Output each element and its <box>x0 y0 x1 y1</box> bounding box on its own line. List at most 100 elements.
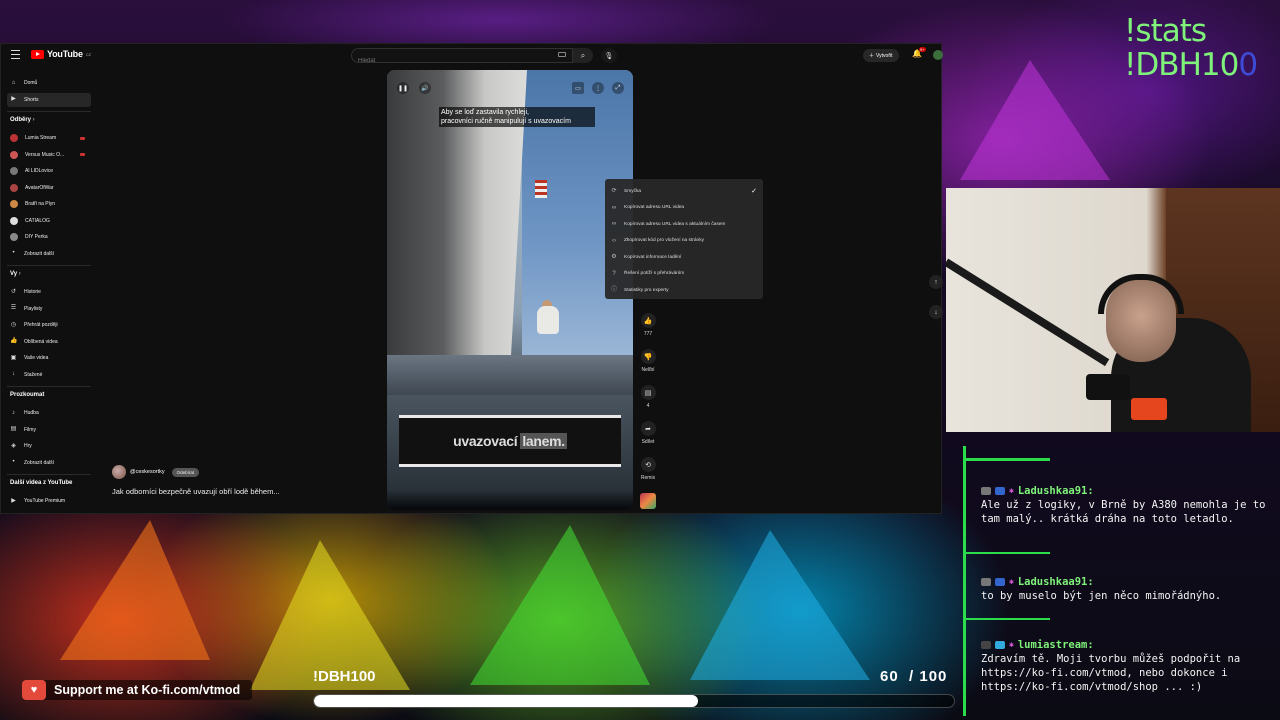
previous-short-button[interactable]: ↑ <box>929 275 943 289</box>
sidebar-section-header[interactable]: Vy › <box>10 271 21 277</box>
action-button[interactable]: ▤ 4 <box>638 385 658 409</box>
sidebar-section-title: Prozkoumat <box>10 392 45 398</box>
kofi-banner: ♥ Support me at Ko-fi.com/vtmod <box>22 680 253 700</box>
link-icon: ∞ <box>611 204 617 211</box>
hamburger-menu-icon[interactable] <box>11 50 20 59</box>
sidebar-item[interactable]: ↺ Historie <box>7 285 91 299</box>
sidebar-item[interactable]: 👍 Oblíbená videa <box>7 335 91 349</box>
channel-avatar <box>10 150 18 159</box>
channel-avatar <box>10 216 18 225</box>
pause-button[interactable]: ❚❚ <box>397 82 409 94</box>
sidebar-item-label: Hudba <box>24 410 39 416</box>
sidebar-item[interactable]: Versus Music O... <box>7 148 91 162</box>
action-button[interactable]: ➦ Sdílet <box>638 421 658 445</box>
sidebar-item-label: Historie <box>24 289 41 295</box>
shorts-video-player[interactable]: ❚❚ 🔊 ▭ ⋮ ⤢ Aby se loď zastavila rychleji… <box>387 70 633 510</box>
sidebar-item[interactable]: ☰ Playlisty <box>7 302 91 316</box>
context-menu-item[interactable]: ⚙ Kopírovat informace ladění <box>605 249 763 266</box>
sidebar-item[interactable]: ♪ Hudba <box>7 406 91 420</box>
kofi-text: Support me at Ko-fi.com/vtmod <box>54 683 241 697</box>
fullscreen-button[interactable]: ⤢ <box>612 82 624 94</box>
sidebar-item[interactable]: • Zobrazit další <box>7 247 91 261</box>
arrow-down-icon: ↓ <box>934 308 938 316</box>
bg-shard <box>690 530 870 680</box>
sidebar-item[interactable]: ◈ Hry <box>7 439 91 453</box>
subscribe-button[interactable]: Odebírat <box>171 467 200 477</box>
live-indicator-icon <box>80 153 85 156</box>
account-avatar[interactable] <box>933 50 943 60</box>
stream-overlay: YouTube CZ ⌕ 🎙 ＋Vytvořit 🔔 9+ ⌂ Domů ▶ Shor… <box>0 0 1280 720</box>
youtube-logo-text: YouTube <box>47 49 83 59</box>
sidebar-item[interactable]: ⌂ Domů <box>7 76 91 90</box>
thumb-up-icon: 👍 <box>640 313 656 328</box>
action-label: 4 <box>646 403 650 409</box>
dbh-command: !DBH100 <box>1124 48 1258 82</box>
chat-message: ✱ Ladushkaa91: to by muselo být jen něco m… <box>969 575 1269 603</box>
context-menu-item[interactable]: ⟳ Smyčka ✓ <box>605 183 763 200</box>
watch-later-icon: ◷ <box>10 321 17 328</box>
captions-button[interactable]: ▭ <box>572 82 584 94</box>
sidebar-item[interactable]: Lumia Stream <box>7 131 91 145</box>
sidebar-item[interactable]: Al LIDLovice <box>7 164 91 178</box>
channel-avatar[interactable] <box>112 465 126 479</box>
goal-label: !DBH100 <box>313 668 376 685</box>
create-button[interactable]: ＋ Vytvořit <box>863 49 899 62</box>
search-input[interactable] <box>352 54 572 68</box>
bg-shard <box>470 525 650 685</box>
chevron-right-icon: › <box>17 271 21 277</box>
video-fade <box>387 490 633 510</box>
chevron-down-icon: • <box>12 250 15 256</box>
sidebar-item[interactable]: • Zobrazit další <box>7 456 91 470</box>
sidebar-item[interactable]: AvatarOfWar <box>7 181 91 195</box>
remix-icon: ⟲ <box>640 457 656 472</box>
sidebar-item[interactable]: Bratři na Plyn <box>7 197 91 211</box>
context-menu-item[interactable]: ⓘ Statistiky pro experty <box>605 282 763 299</box>
voice-search-button[interactable]: 🎙 <box>601 48 617 63</box>
context-menu-item[interactable]: ∞ Kopírovat adresu URL videa <box>605 200 763 217</box>
action-button[interactable]: ⟲ Remix <box>638 457 658 481</box>
sidebar-item[interactable]: ▣ Vaše videa <box>7 351 91 365</box>
sidebar-item[interactable]: DIY Perka <box>7 230 91 244</box>
arrow-up-icon: ↑ <box>934 278 938 286</box>
command-overlay: !stats !DBH100 <box>1124 14 1258 82</box>
youtube-logo[interactable]: YouTube CZ <box>31 49 91 59</box>
chat-separator <box>966 618 1050 620</box>
paper-text: uvazovací <box>453 433 518 449</box>
search-box <box>351 48 573 68</box>
sidebar-section-header[interactable]: Odběry › <box>10 117 35 123</box>
sidebar-item-label: Lumia Stream <box>25 135 57 141</box>
chat-user-row: ✱ Ladushkaa91: <box>969 484 1269 498</box>
video-title[interactable]: Jak odborníci bezpečně uvazují obří lodě… <box>112 487 280 496</box>
context-menu-item[interactable]: ∞ Kopírovat adresu URL videa s aktuálním … <box>605 216 763 233</box>
chat-username: Ladushkaa91: <box>1017 485 1094 497</box>
chat-badge-icon <box>995 487 1005 495</box>
action-button[interactable]: 👍 777 <box>638 313 658 337</box>
context-menu-item[interactable]: ? Řešení potíží s přehráváním <box>605 266 763 283</box>
keyboard-icon[interactable] <box>558 52 566 57</box>
more-vert-icon: ⋮ <box>595 85 601 92</box>
sidebar-item[interactable]: ▶ YouTube Premium <box>7 494 91 508</box>
context-menu-label: Zkopírovat kód pro vložení na stránky <box>624 238 704 244</box>
sidebar-item[interactable]: ↓ Stažené <box>7 368 91 382</box>
search-button[interactable]: ⌕ <box>573 48 593 63</box>
goal-progress-bar <box>313 694 955 708</box>
volume-button[interactable]: 🔊 <box>419 82 431 94</box>
sidebar-item-label: YouTube Premium <box>24 498 66 504</box>
chat-sparkle-icon: ✱ <box>1009 486 1014 495</box>
audio-remix-thumbnail[interactable] <box>640 493 656 509</box>
sidebar-item[interactable]: ▶ Shorts <box>7 92 91 107</box>
sidebar-item[interactable]: ▤ Filmy <box>7 423 91 437</box>
next-short-button[interactable]: ↓ <box>929 305 943 319</box>
comment-icon: ▤ <box>640 385 656 400</box>
home-icon: ⌂ <box>11 79 16 86</box>
channel-name[interactable]: @ceskesortky <box>130 469 165 475</box>
action-button[interactable]: 👎 Nelíbí <box>638 349 658 373</box>
more-options-button[interactable]: ⋮ <box>592 82 604 94</box>
chat-badge-icon <box>981 641 991 649</box>
sidebar-item[interactable]: CATIALOG <box>7 214 91 228</box>
bg-shard <box>960 60 1110 180</box>
context-menu-item[interactable]: ‹› Zkopírovat kód pro vložení na stránky <box>605 233 763 250</box>
sidebar-item[interactable]: ◷ Přehrát později <box>7 318 91 332</box>
playlist-icon: ☰ <box>10 305 17 311</box>
chat-user-row: ✱ Ladushkaa91: <box>969 575 1269 589</box>
